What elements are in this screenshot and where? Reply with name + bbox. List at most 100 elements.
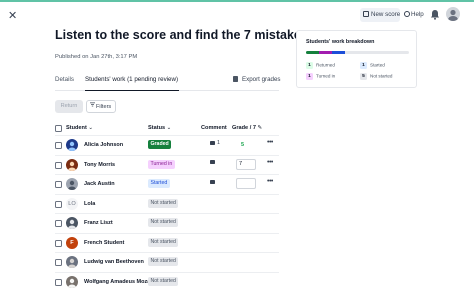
- breakdown-count: 1: [306, 62, 313, 69]
- table-row[interactable]: Jack Austin Started •••: [55, 174, 279, 194]
- avatar: [66, 256, 78, 268]
- avatar: [66, 275, 78, 288]
- grade-value[interactable]: 5: [241, 142, 244, 148]
- export-grades-button[interactable]: Export grades: [233, 76, 281, 83]
- status-badge: Not started: [148, 237, 179, 247]
- work-breakdown-card: Students' work breakdown 1 Returned 1 Star…: [296, 30, 417, 88]
- filters-label: Filters: [96, 103, 112, 110]
- row-checkbox[interactable]: [55, 220, 62, 227]
- more-options-icon[interactable]: •••: [267, 178, 273, 185]
- filter-icon: [90, 101, 95, 112]
- breakdown-label: Turned in: [316, 73, 336, 79]
- help-label: Help: [411, 11, 424, 18]
- status-badge: Not started: [148, 198, 179, 208]
- bar-segment-turned-in: [318, 51, 332, 54]
- bell-icon[interactable]: [430, 9, 440, 20]
- return-button[interactable]: Return: [55, 100, 83, 113]
- student-name[interactable]: Jack Austin: [84, 181, 115, 187]
- row-checkbox[interactable]: [55, 200, 62, 208]
- comment-count: 1: [217, 140, 220, 146]
- table-row[interactable]: LO Lola Not started: [55, 193, 279, 214]
- page-title: Listen to the score and find the 7 mista…: [55, 28, 308, 42]
- new-score-label: New score: [371, 11, 401, 18]
- student-name[interactable]: Ludwig van Beethoven: [84, 259, 144, 265]
- column-student[interactable]: Student ⌄: [66, 125, 93, 131]
- avatar: [66, 178, 78, 190]
- edit-pencil-icon[interactable]: ✎: [258, 125, 263, 131]
- breakdown-not-started: 5 Not started: [360, 73, 392, 80]
- more-options-icon[interactable]: •••: [267, 139, 273, 146]
- top-bar: ✕ New score Help: [0, 0, 474, 30]
- more-options-icon[interactable]: •••: [267, 159, 273, 166]
- avatar: [66, 139, 78, 151]
- student-name[interactable]: Wolfgang Amadeus Mozart: [84, 279, 154, 285]
- column-comment: Comment: [201, 125, 227, 131]
- breakdown-count: 1: [360, 62, 367, 69]
- breakdown-count: 5: [360, 73, 367, 80]
- help-button[interactable]: Help: [404, 8, 426, 22]
- active-tab-indicator: [85, 89, 179, 91]
- avatar: F: [66, 236, 78, 249]
- row-checkbox[interactable]: [55, 142, 62, 149]
- table-row[interactable]: Ludwig van Beethoven Not started: [55, 252, 279, 272]
- published-date: Published on Jan 27th, 3:17 PM: [55, 54, 138, 60]
- student-name[interactable]: Lola: [84, 201, 95, 207]
- user-avatar[interactable]: [446, 7, 460, 21]
- avatar: LO: [66, 197, 78, 210]
- row-checkbox[interactable]: [55, 278, 62, 286]
- status-badge: Started: [148, 179, 170, 188]
- row-checkbox[interactable]: [55, 239, 62, 247]
- comment-indicator[interactable]: 1: [210, 140, 220, 146]
- select-all-checkbox[interactable]: [55, 125, 62, 132]
- table-row[interactable]: Wolfgang Amadeus Mozart Not started: [55, 271, 279, 292]
- grade-input[interactable]: 7: [236, 158, 256, 170]
- table-row[interactable]: Tony Morris Turned in 7 •••: [55, 154, 279, 175]
- comment-icon[interactable]: [210, 160, 215, 166]
- row-checkbox[interactable]: [55, 259, 62, 266]
- filters-button[interactable]: Filters: [86, 100, 116, 113]
- export-icon: [233, 76, 238, 83]
- avatar: [66, 158, 78, 171]
- breakdown-label: Not started: [370, 73, 393, 79]
- sort-chevron-icon: ⌄: [166, 125, 172, 131]
- status-badge: Turned in: [148, 159, 175, 169]
- comment-icon[interactable]: [210, 179, 215, 185]
- column-status[interactable]: Status ⌄: [148, 125, 171, 131]
- sort-chevron-icon: ⌄: [88, 125, 94, 131]
- student-name[interactable]: Tony Morris: [84, 162, 115, 168]
- top-accent-line: [0, 0, 474, 2]
- help-icon: [404, 11, 410, 18]
- table-row[interactable]: Franz Liszt Not started: [55, 213, 279, 233]
- breakdown-label: Returned: [316, 62, 335, 68]
- status-badge: Not started: [148, 218, 179, 227]
- table-row[interactable]: F French Student Not started: [55, 232, 279, 253]
- row-checkbox[interactable]: [55, 181, 62, 188]
- student-name[interactable]: Franz Liszt: [84, 220, 113, 226]
- status-badge: Not started: [148, 257, 179, 266]
- bar-segment-returned: [306, 51, 319, 54]
- student-name[interactable]: Alicia Johnson: [84, 142, 123, 148]
- status-badge: Not started: [148, 276, 179, 286]
- breakdown-progress-bar: [306, 51, 409, 54]
- table-row[interactable]: Alicia Johnson Graded 1 5 •••: [55, 135, 279, 155]
- tab-details[interactable]: Details: [55, 76, 74, 83]
- breakdown-count: 1: [306, 73, 313, 80]
- column-status-label: Status: [148, 125, 166, 131]
- close-icon[interactable]: ✕: [8, 11, 18, 22]
- table-header: Student ⌄ Status ⌄ Comment Grade / 7 ✎: [55, 124, 279, 134]
- student-name[interactable]: French Student: [84, 240, 124, 246]
- grade-input[interactable]: [236, 178, 256, 189]
- column-grade-label: Grade / 7: [232, 125, 256, 131]
- status-badge: Graded: [148, 140, 172, 149]
- export-grades-label: Export grades: [242, 76, 281, 83]
- breakdown-started: 1 Started: [360, 62, 385, 69]
- breakdown-label: Started: [370, 62, 385, 68]
- new-score-button[interactable]: New score: [360, 8, 400, 22]
- bar-segment-started: [331, 51, 345, 54]
- row-checkbox[interactable]: [55, 161, 62, 169]
- breakdown-returned: 1 Returned: [306, 62, 335, 69]
- breakdown-turned-in: 1 Turned in: [306, 73, 335, 80]
- new-score-icon: [363, 11, 369, 18]
- column-grade[interactable]: Grade / 7 ✎: [232, 125, 262, 131]
- tab-students-work[interactable]: Students' work (1 pending review): [85, 76, 178, 83]
